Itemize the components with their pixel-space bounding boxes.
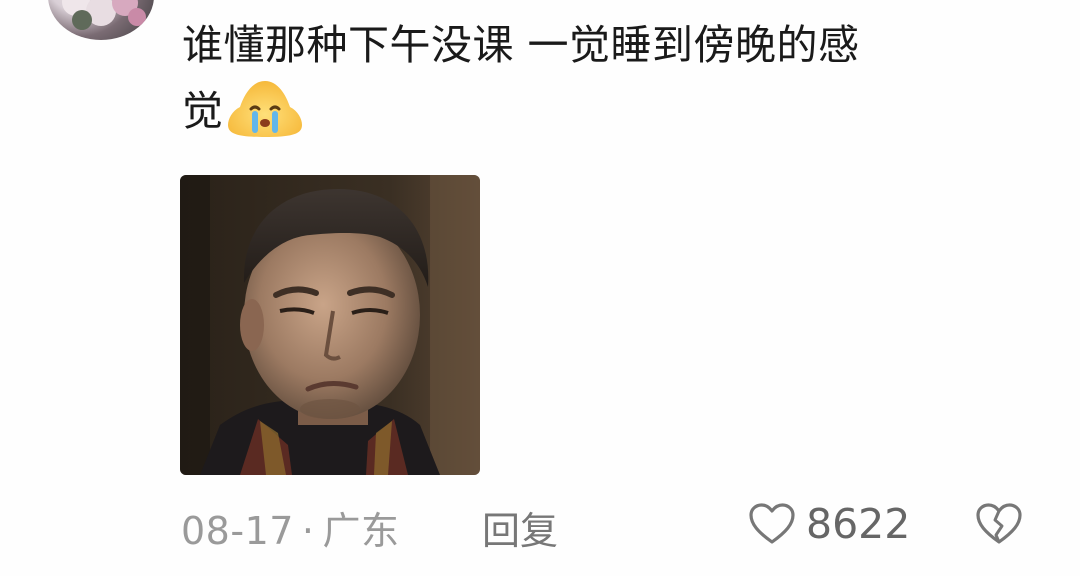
comment-footer: 08-17 · 广东 回复 8622 <box>0 500 1080 553</box>
reply-button[interactable]: 回复 <box>482 500 558 555</box>
comment-meta: 08-17 · 广东 <box>181 500 400 555</box>
meme-image[interactable] <box>180 175 480 475</box>
crying-emoji-icon <box>227 81 302 137</box>
meme-image-man-face <box>180 175 480 475</box>
comment-date: 08-17 <box>181 509 294 553</box>
user-avatar[interactable] <box>48 0 154 40</box>
like-count: 8622 <box>806 500 911 548</box>
comment-location: 广东 <box>322 509 400 553</box>
meta-separator: · <box>301 509 315 553</box>
comment-line-2: 觉 <box>182 87 224 135</box>
heart-outline-icon[interactable] <box>748 502 796 546</box>
broken-heart-icon[interactable] <box>974 502 1024 546</box>
comment-line-1: 谁懂那种下午没课 一觉睡到傍晚的感 <box>182 21 860 69</box>
comment-text: 谁懂那种下午没课 一觉睡到傍晚的感 觉 <box>182 12 1042 144</box>
